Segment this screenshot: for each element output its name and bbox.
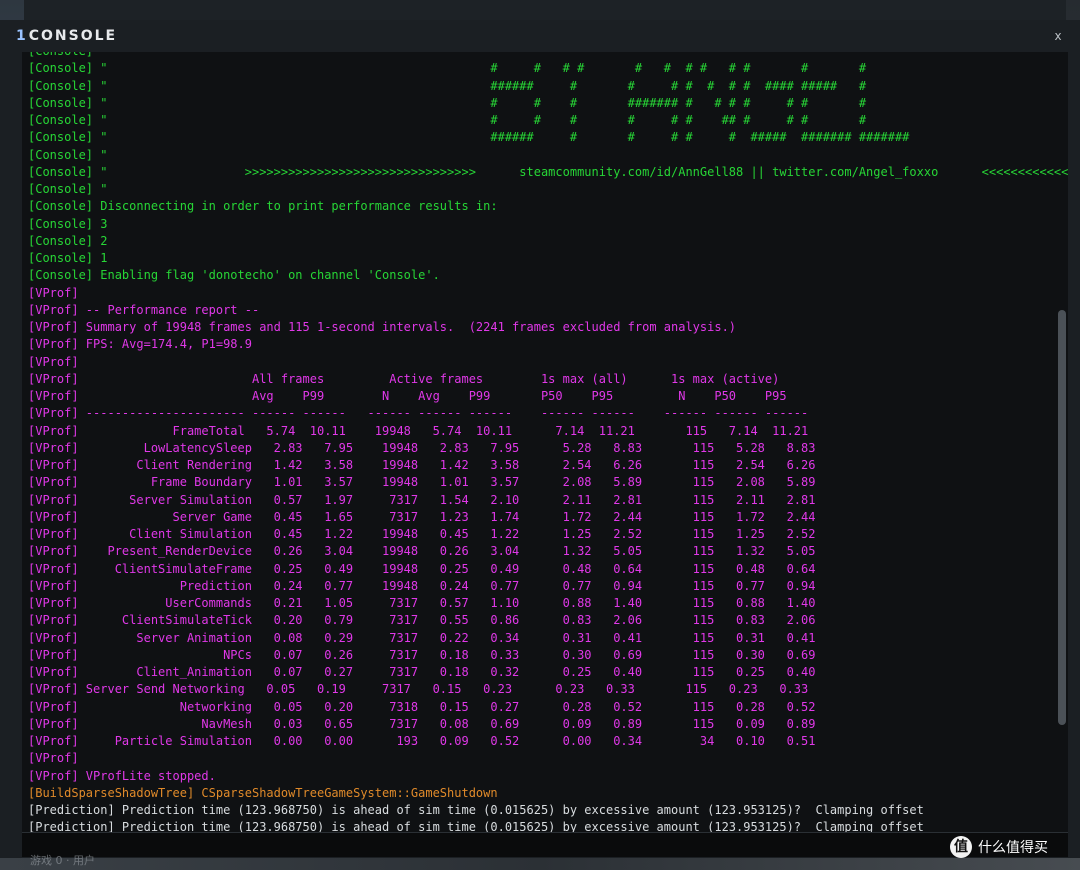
log-line: [VProf] NavMesh 0.03 0.65 7317 0.08 0.69…	[28, 716, 816, 731]
log-line: [Console] 3	[28, 216, 108, 231]
log-line: [VProf] Server Animation 0.08 0.29 7317 …	[28, 630, 816, 645]
site-watermark: 值 什么值得买	[950, 834, 1048, 860]
log-line: [VProf] LowLatencySleep 2.83 7.95 19948 …	[28, 440, 816, 455]
log-line: [VProf] Frame Boundary 1.01 3.57 19948 1…	[28, 475, 816, 490]
log-line: [Console] " >>>>>>>>>>>>>>>>>>>>>>>>>>>>…	[28, 164, 1068, 179]
log-line: [Console] " # # # ####### # # # # # # #	[28, 95, 867, 110]
log-line: [VProf] Server Simulation 0.57 1.97 7317…	[28, 492, 816, 507]
log-line: [Console] Enabling flag 'donotecho' on c…	[28, 268, 440, 283]
log-line: [VProf] -- Performance report --	[28, 302, 260, 317]
log-lines: [Console] "[Console] " # # # # # # # # #…	[28, 52, 1068, 832]
log-line: [Prediction] Prediction time (123.968750…	[28, 803, 924, 817]
log-line: [VProf] All frames Active frames 1s max …	[28, 371, 780, 386]
log-line: [VProf] Summary of 19948 frames and 115 …	[28, 320, 737, 334]
log-line: [Console] 2	[28, 233, 108, 248]
log-line: [VProf] Networking 0.05 0.20 7318 0.15 0…	[28, 699, 816, 714]
console-window: 1CONSOLE x [Console] "[Console] " # # # …	[0, 20, 1080, 858]
log-line: [VProf] Client_Animation 0.07 0.27 7317 …	[28, 665, 816, 679]
console-title: 1CONSOLE	[16, 26, 117, 46]
console-output[interactable]: [Console] "[Console] " # # # # # # # # #…	[22, 52, 1068, 832]
log-line: [Console] "	[28, 52, 1068, 60]
log-line: [Console] "	[28, 182, 108, 196]
log-line: [VProf] Server Game 0.45 1.65 7317 1.23 …	[28, 509, 816, 524]
console-command-input[interactable]	[26, 835, 1066, 857]
log-line: [VProf] ---------------------- ------ --…	[28, 406, 809, 421]
log-line: [VProf] ClientSimulateTick 0.20 0.79 731…	[28, 613, 816, 628]
log-line: [VProf] Client Simulation 0.45 1.22 1994…	[28, 527, 816, 541]
console-titlebar[interactable]: 1CONSOLE x	[0, 20, 1080, 52]
log-line: [Console] " ###### # # # # # # # #### ##…	[28, 78, 867, 93]
log-line: [Console] "	[28, 147, 108, 162]
title-text: CONSOLE	[28, 28, 118, 44]
log-line: [VProf] UserCommands 0.21 1.05 7317 0.57…	[28, 596, 816, 610]
log-line: [VProf] FrameTotal 5.74 10.11 19948 5.74…	[28, 423, 809, 438]
log-line: [VProf]	[28, 751, 79, 766]
log-line: [VProf] Prediction 0.24 0.77 19948 0.24 …	[28, 578, 816, 593]
log-line: [Console] " ###### # # # # # ##### #####…	[28, 130, 910, 145]
close-icon[interactable]: x	[1050, 28, 1066, 44]
title-number: 1	[16, 28, 28, 44]
game-hud-text: 游戏 0 · 用户	[30, 854, 95, 867]
log-line: [Console] 1	[28, 251, 108, 265]
log-line: [VProf] VProfLite stopped.	[28, 768, 216, 783]
log-line: [Console] " # # # # # # ## # # # #	[28, 113, 867, 127]
log-line: [VProf] Present_RenderDevice 0.26 3.04 1…	[28, 544, 816, 559]
log-line: [VProf]	[28, 354, 79, 369]
log-line: [VProf] Server Send Networking 0.05 0.19…	[28, 682, 809, 697]
log-line: [VProf] FPS: Avg=174.4, P1=98.9	[28, 337, 252, 352]
log-line: [Prediction] Prediction time (123.968750…	[28, 820, 924, 832]
log-line: [VProf]	[28, 285, 79, 300]
log-line: [VProf] Client Rendering 1.42 3.58 19948…	[28, 458, 816, 472]
console-scrollbar-thumb[interactable]	[1058, 310, 1066, 725]
log-line: [VProf] Particle Simulation 0.00 0.00 19…	[28, 734, 816, 748]
log-line: [VProf] Avg P99 N Avg P99 P50 P95 N P50 …	[28, 389, 787, 403]
log-line: [BuildSparseShadowTree] CSparseShadowTre…	[28, 785, 498, 800]
log-line: [Console] " # # # # # # # # # # # #	[28, 61, 867, 76]
log-line: [VProf] NPCs 0.07 0.26 7317 0.18 0.33 0.…	[28, 647, 816, 662]
console-input-bar	[22, 832, 1068, 857]
game-backdrop-bottom	[0, 858, 1080, 870]
log-line: [Console] Disconnecting in order to prin…	[28, 199, 498, 214]
watermark-text: 什么值得买	[978, 840, 1048, 856]
log-line: [VProf] ClientSimulateFrame 0.25 0.49 19…	[28, 561, 816, 576]
watermark-logo-icon: 值	[950, 836, 972, 858]
